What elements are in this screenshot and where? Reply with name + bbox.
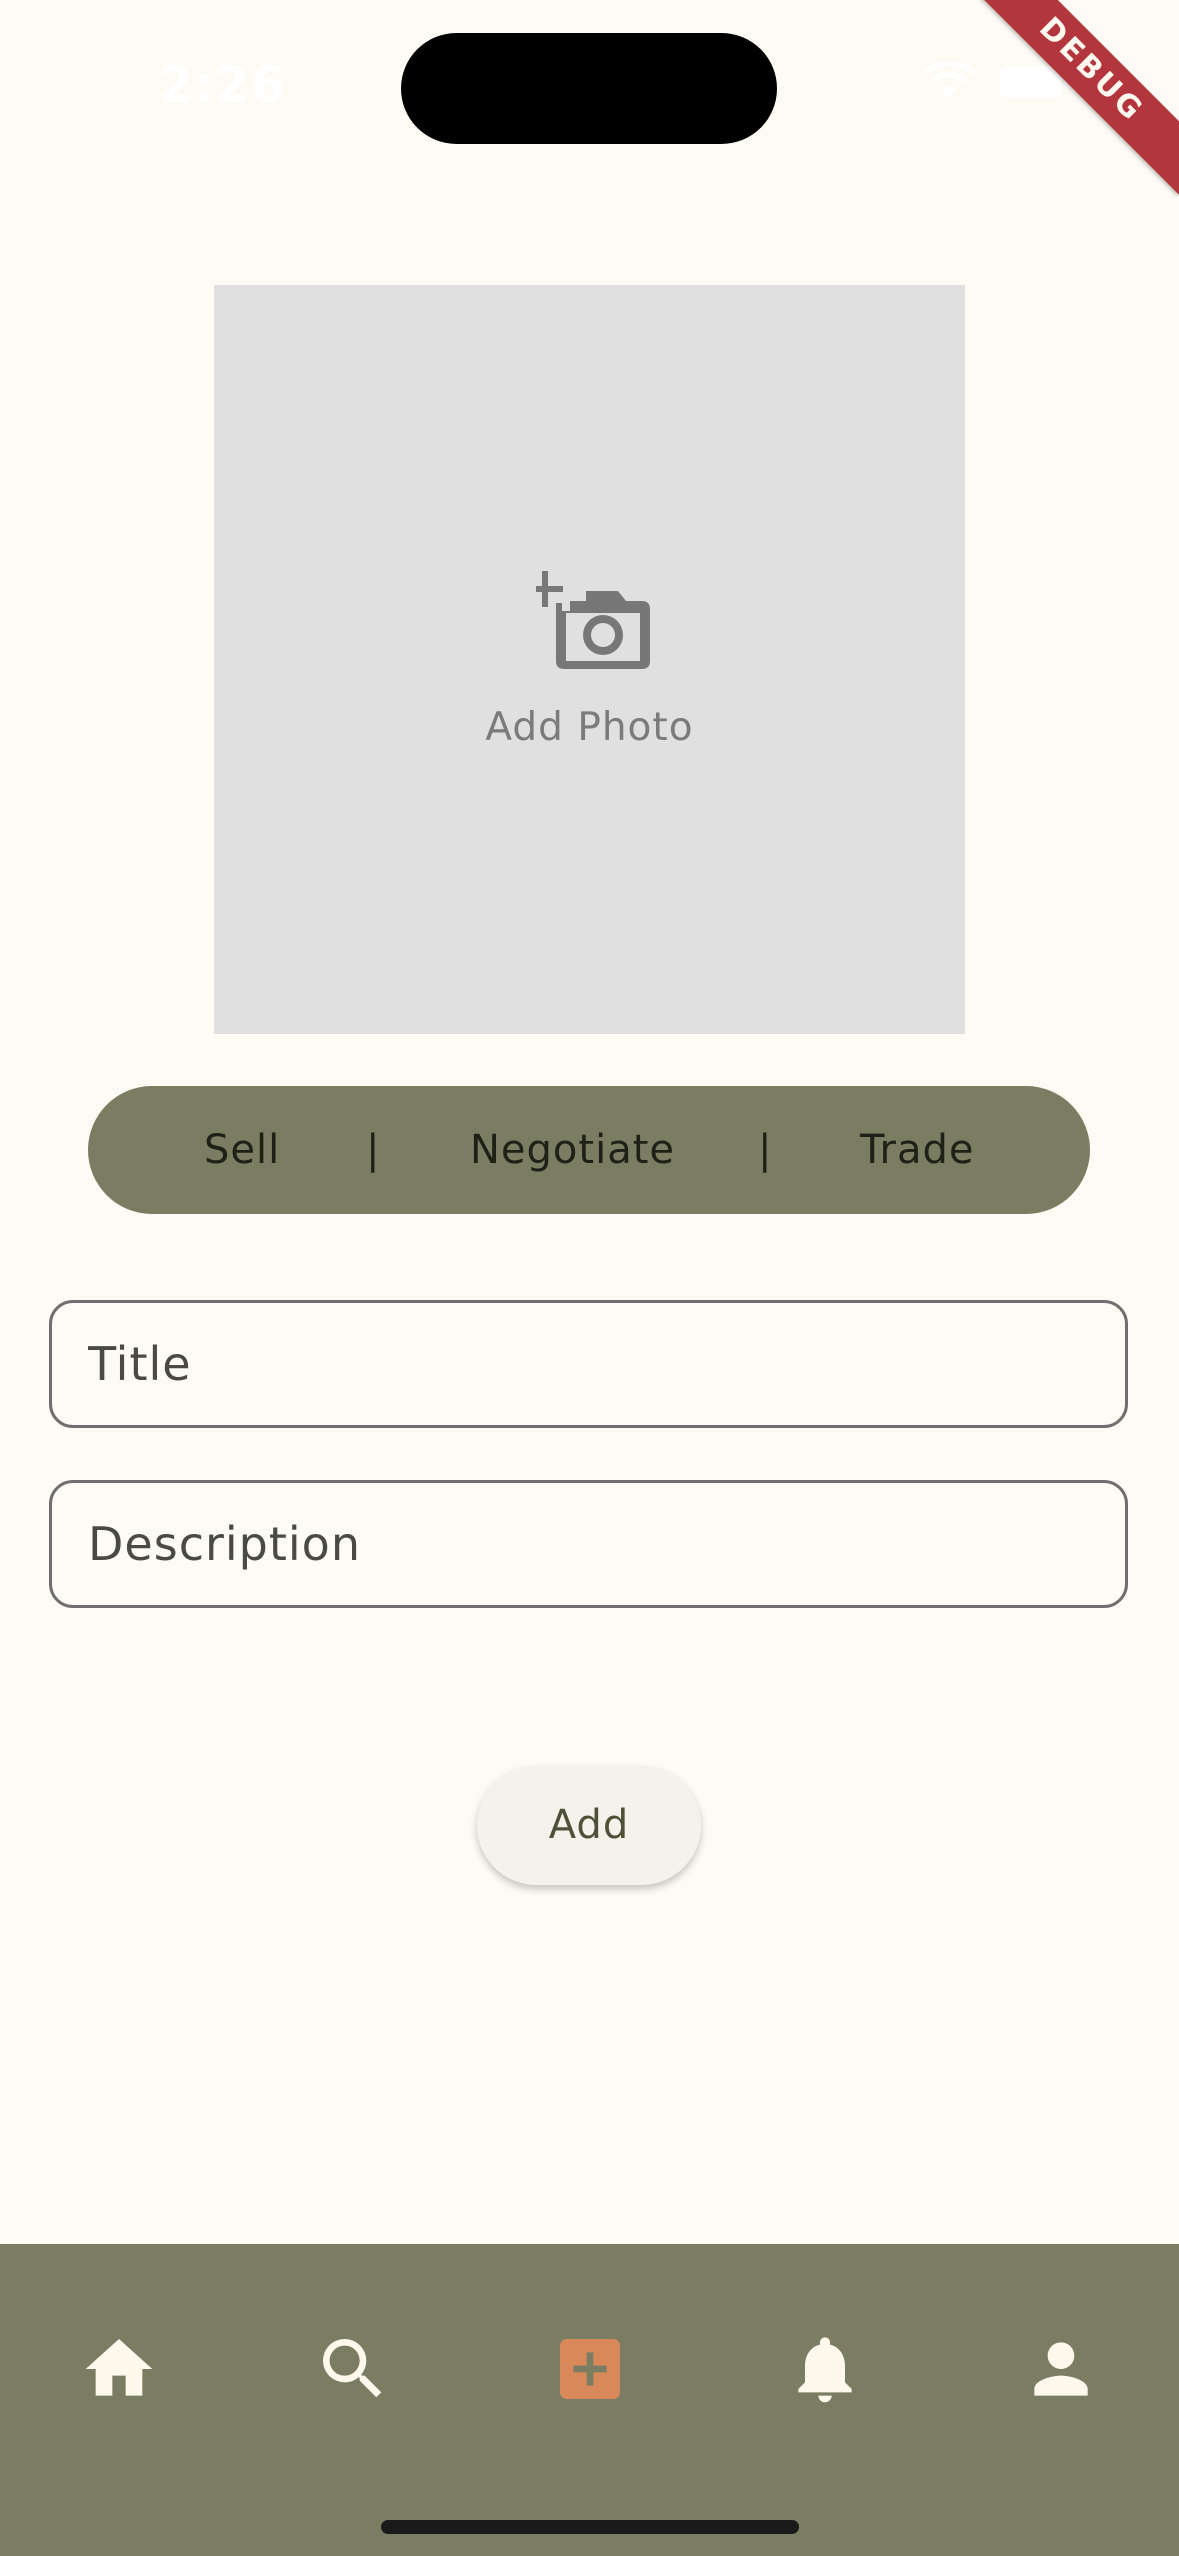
mode-option-trade[interactable]: Trade [860,1086,975,1214]
mode-separator: | [758,1127,772,1173]
bottom-nav [0,2244,1179,2556]
search-icon [323,2339,382,2398]
add-photo-box[interactable]: Add Photo [214,285,965,1034]
nav-search[interactable] [313,2329,393,2409]
nav-add[interactable] [550,2329,630,2409]
nav-notifications[interactable] [785,2329,865,2409]
mode-separator: | [366,1127,380,1173]
debug-banner: DEBUG [979,0,1179,200]
add-button[interactable]: Add [477,1766,701,1885]
nav-profile[interactable] [1021,2329,1101,2409]
title-input[interactable] [52,1303,1125,1425]
mode-selector: Sell | Negotiate | Trade [88,1086,1090,1214]
bell-icon [798,2337,852,2403]
wifi-icon [922,62,976,98]
home-indicator [381,2520,799,2534]
add-photo-label: Add Photo [485,705,694,750]
title-field [49,1300,1128,1428]
mode-option-sell[interactable]: Sell [204,1086,280,1214]
description-input[interactable] [52,1483,1125,1605]
description-field [49,1480,1128,1608]
mode-option-negotiate[interactable]: Negotiate [470,1086,675,1214]
person-icon [1034,2342,1088,2396]
dynamic-island [401,33,777,144]
add-box-icon [560,2339,620,2399]
add-a-photo-icon [536,571,650,669]
status-time: 2:26 [158,56,287,114]
home-icon [85,2339,153,2396]
nav-home[interactable] [79,2329,159,2409]
debug-ribbon: DEBUG [979,0,1179,195]
